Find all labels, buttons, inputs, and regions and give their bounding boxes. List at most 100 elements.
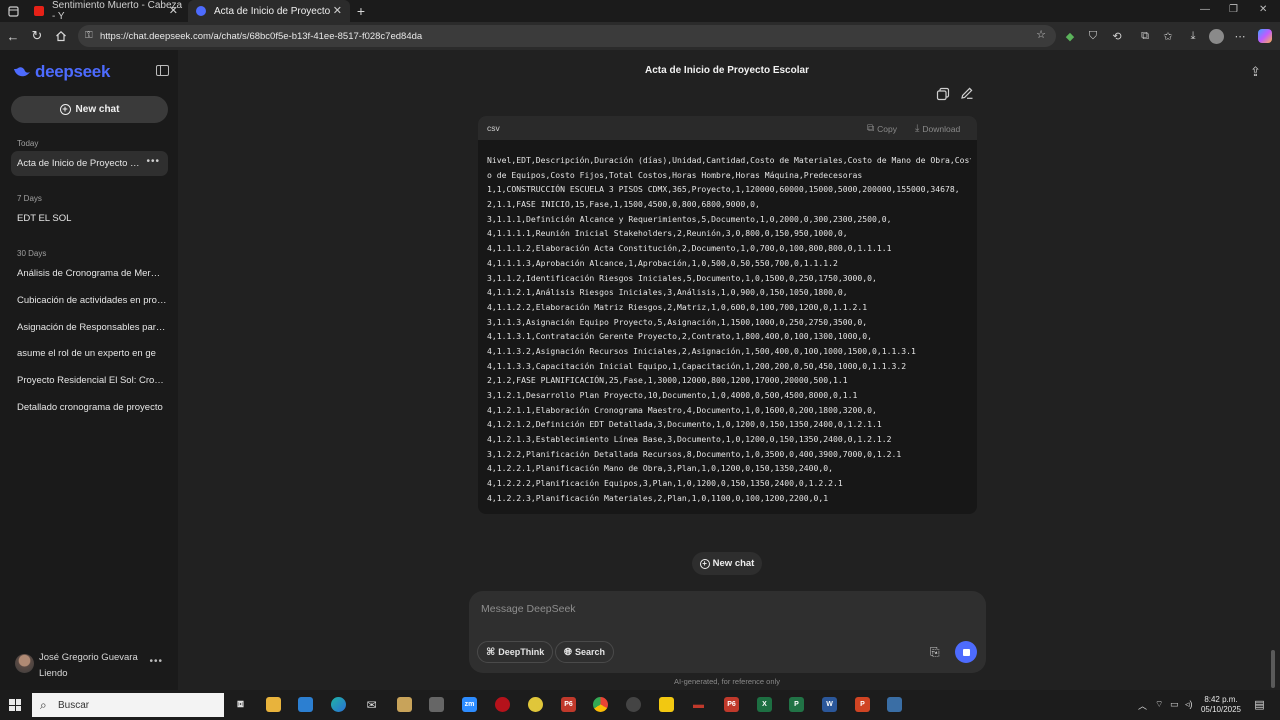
edge-icon[interactable] [331,697,346,712]
refresh-extension-icon[interactable]: ⟲ [1109,28,1125,44]
chrome-icon[interactable] [593,697,608,712]
zoom-icon[interactable]: zm [462,697,477,712]
extension-icon[interactable]: ◆ [1062,28,1078,44]
clock[interactable]: 8:42 p.m. 05/10/2025 [1196,695,1246,715]
download-label: Download [922,123,961,134]
favorites-icon[interactable]: ✩ [1160,28,1176,44]
notifications-icon[interactable]: ▤ [1252,697,1267,712]
code-line: 4,1.1.2.2,Elaboración Matriz Riesgos,2,M… [487,301,868,312]
new-chat-button[interactable]: + New chat [692,552,762,575]
excel-icon[interactable]: X [757,697,772,712]
more-options-icon[interactable]: ••• [146,156,160,167]
stop-generation-button[interactable] [955,641,977,663]
history-item[interactable]: Detallado cronograma de proyecto [17,402,167,413]
history-item[interactable]: Cubicación de actividades en proyecto [17,295,167,306]
windows-start-icon[interactable] [9,699,21,711]
code-line: o de Equipos,Costo Fijos,Total Costos,Ho… [487,169,863,180]
stop-icon [962,648,970,656]
site-info-icon[interactable]: ⚿ [85,30,93,41]
downloads-icon[interactable]: ⤓ [1185,28,1201,44]
attach-file-icon[interactable]: ⎘ [930,645,940,660]
code-line: 4,1.1.1.2,Elaboración Acta Constitución,… [487,243,892,254]
user-profile[interactable]: José Gregorio Guevara Liendo ••• [13,648,173,682]
mail-icon[interactable]: ✉ [364,697,379,712]
message-composer: ⌘ DeepThink 🌐︎ Search ⎘ [469,591,986,673]
code-line: 4,1.2.2.3,Planificación Materiales,2,Pla… [487,492,829,503]
network-icon[interactable]: ⌔ [1155,699,1163,710]
volume-icon[interactable]: ◃) [1185,699,1193,710]
tab-actions-icon[interactable] [4,2,22,20]
close-window-icon[interactable]: ✕ [1259,4,1267,15]
maximize-icon[interactable]: ❐ [1229,4,1238,15]
tab-deepseek[interactable]: Acta de Inicio de Proyecto Escolar ✕ [188,0,350,22]
minimize-icon[interactable]: — [1200,4,1210,15]
code-line: 1,1,CONSTRUCCIÓN ESCUELA 3 PISOS CDMX,36… [487,184,960,195]
message-input[interactable] [481,600,961,618]
download-code-button[interactable]: ⤓ Download [915,123,960,134]
history-item[interactable]: Acta de Inicio de Proyecto Escolar [17,158,145,169]
browser-toolbar: ← ↻ ⚿ https://chat.deepseek.com/a/chat/s… [0,22,1280,50]
chevron-up-icon[interactable]: ︿ [1138,699,1147,712]
deepthink-label: DeepThink [498,647,545,657]
app-yellow-icon[interactable] [528,697,543,712]
taskbar-search[interactable]: ⌕ Buscar [32,693,224,717]
history-item[interactable]: Asignación de Responsables para proyecto [17,322,167,333]
reload-icon[interactable]: ↻ [28,27,46,45]
search-toggle[interactable]: 🌐︎ Search [555,641,615,663]
calculator-icon[interactable] [429,697,444,712]
powerbi-icon[interactable] [659,697,674,712]
media-icon[interactable] [397,697,412,712]
share-icon[interactable]: ⇪ [1250,64,1261,80]
collapse-sidebar-icon[interactable] [156,65,169,76]
copy-code-button[interactable]: ⧉ Copy [867,123,897,134]
code-line: 3,1.1.2,Identificación Riesgos Iniciales… [487,272,877,283]
shield-icon[interactable]: ⛉ [1085,28,1101,44]
back-icon[interactable]: ← [4,27,22,45]
primavera-icon-2[interactable]: P6 [724,697,739,712]
scrollbar[interactable] [1271,650,1275,688]
more-menu-icon[interactable]: ⋯ [1232,28,1248,44]
youtube-icon [34,6,44,16]
edit-icon[interactable] [960,86,974,100]
home-icon[interactable] [52,27,70,45]
history-item[interactable]: EDT EL SOL [17,213,167,224]
deepthink-toggle[interactable]: ⌘ DeepThink [477,641,554,663]
app-active-icon[interactable] [887,697,902,712]
new-tab-icon[interactable]: + [352,2,370,20]
profile-avatar-icon[interactable] [1208,28,1224,44]
store-icon[interactable] [298,697,313,712]
app-red-icon[interactable] [495,697,510,712]
primavera-icon[interactable]: P6 [561,697,576,712]
code-line: 4,1.1.3.2,Asignación Recursos Iniciales,… [487,345,916,356]
powerpoint-icon[interactable]: P [855,697,870,712]
address-bar[interactable]: ⚿ https://chat.deepseek.com/a/chat/s/68b… [78,25,1056,47]
app-dash-icon[interactable]: ▬ [691,697,706,712]
search-icon: ⌕ [40,698,47,712]
close-tab-icon[interactable]: ✕ [333,4,342,17]
battery-icon[interactable]: ▭ [1170,699,1179,710]
close-tab-icon[interactable]: ✕ [169,4,178,17]
copy-icon[interactable] [936,87,950,101]
deepseek-logo[interactable]: deepseek [13,62,110,82]
section-30-days: 30 Days [17,249,47,258]
file-explorer-icon[interactable] [266,697,281,712]
history-item[interactable]: asume el rol de un experto en ge [17,348,167,359]
code-content[interactable]: Nivel,EDT,Descripción,Duración (días),Un… [487,153,971,506]
word-icon[interactable]: W [822,697,837,712]
task-view-icon[interactable]: ⧈ [233,697,248,712]
project-icon[interactable]: P [789,697,804,712]
history-item[interactable]: Análisis de Cronograma de Mermas [17,268,167,279]
browser-tab-bar: Sentimiento Muerto - Cabeza - Y ✕ Acta d… [0,0,1280,22]
new-chat-button[interactable]: + New chat [11,96,168,123]
favorite-star-icon[interactable]: ☆ [1036,28,1046,41]
url-text: https://chat.deepseek.com/a/chat/s/68bc0… [100,30,423,42]
collections-icon[interactable]: ⧉ [1137,28,1153,44]
history-item[interactable]: Proyecto Residencial El Sol: Cronograma [17,375,167,386]
copy-icon: ⧉ [867,123,875,134]
section-7-days: 7 Days [17,194,42,203]
clock-time: 8:42 p.m. [1204,695,1238,704]
app-gear-icon[interactable] [626,697,641,712]
tab-youtube[interactable]: Sentimiento Muerto - Cabeza - Y ✕ [26,0,186,22]
copilot-icon[interactable] [1257,28,1273,44]
more-options-icon[interactable]: ••• [149,656,163,667]
